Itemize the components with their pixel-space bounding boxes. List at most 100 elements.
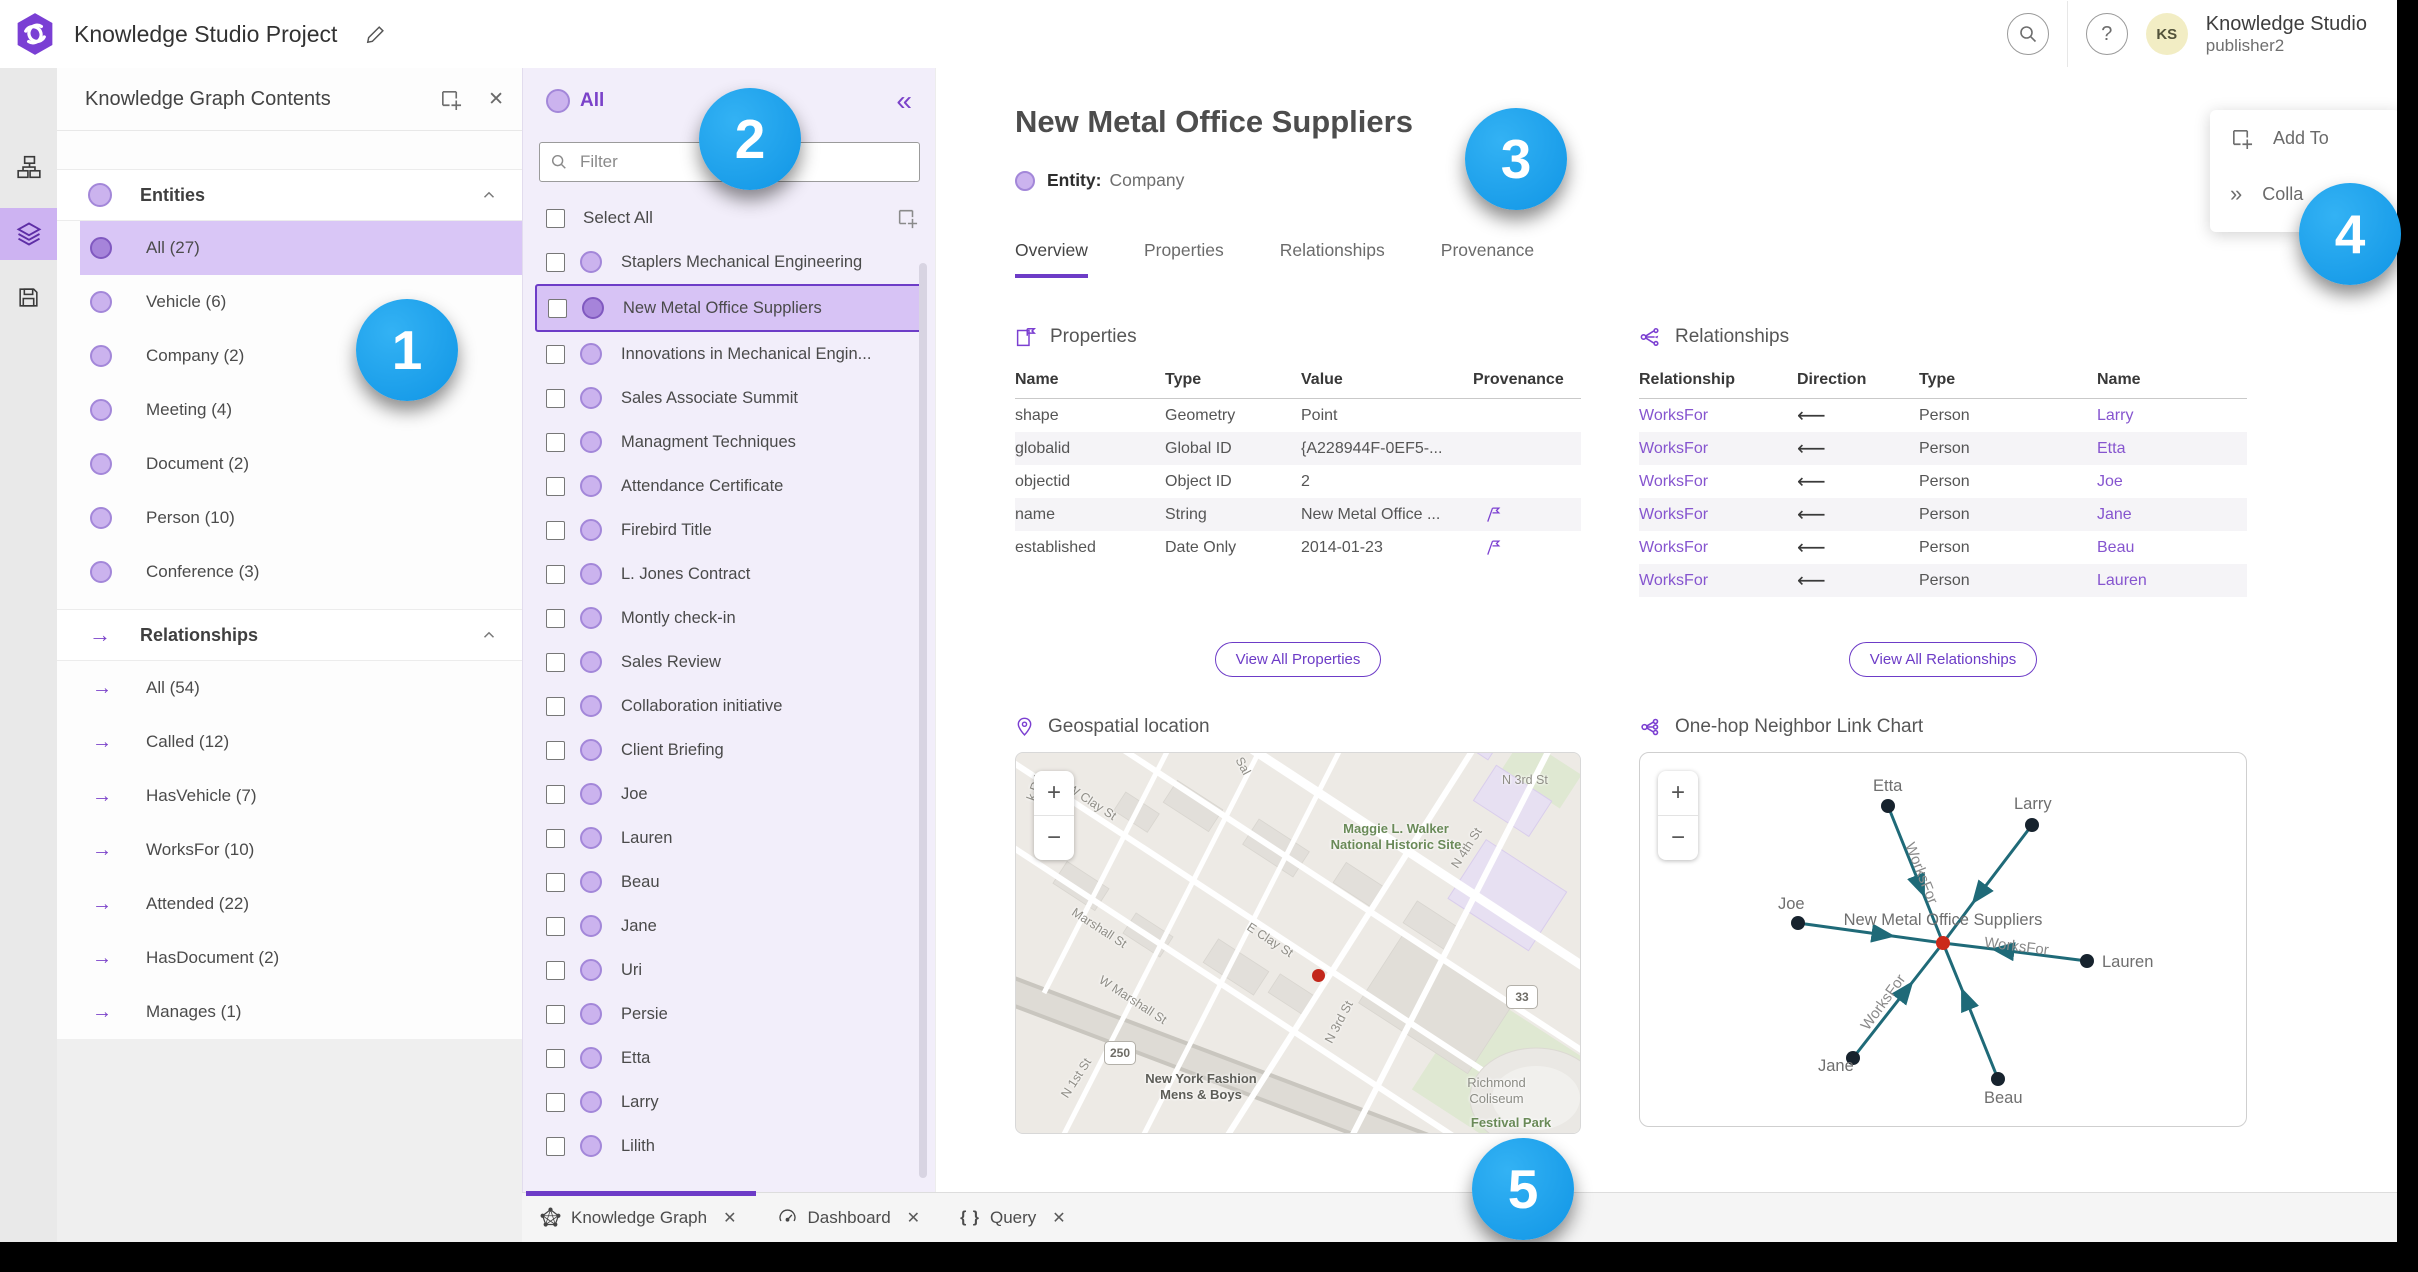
sidebar-item-rel-all[interactable]: → All (54) bbox=[80, 661, 522, 715]
item-checkbox[interactable] bbox=[546, 432, 565, 452]
list-item[interactable]: Managment Techniques bbox=[523, 420, 936, 464]
sidebar-item-entities-all[interactable]: All (27) bbox=[80, 221, 522, 275]
item-checkbox[interactable] bbox=[546, 1048, 565, 1068]
avatar[interactable]: KS bbox=[2145, 13, 2188, 55]
list-item[interactable]: Persie bbox=[523, 992, 936, 1036]
relationship-link[interactable]: WorksFor bbox=[1639, 407, 1797, 425]
list-item[interactable]: Sales Associate Summit bbox=[523, 376, 936, 420]
tab-dashboard[interactable]: Dashboard ✕ bbox=[777, 1207, 920, 1228]
sidebar-item-attended[interactable]: → Attended (22) bbox=[80, 877, 522, 931]
menu-item-add-to[interactable]: Add To bbox=[2210, 110, 2397, 166]
view-all-properties-button[interactable]: View All Properties bbox=[1214, 642, 1382, 677]
item-checkbox[interactable] bbox=[546, 740, 565, 760]
list-item[interactable]: Staplers Mechanical Engineering bbox=[523, 240, 936, 284]
item-checkbox[interactable] bbox=[546, 520, 565, 540]
item-checkbox[interactable] bbox=[546, 784, 565, 804]
layers-icon[interactable] bbox=[0, 209, 57, 259]
item-checkbox[interactable] bbox=[546, 1136, 565, 1156]
list-item[interactable]: L. Jones Contract bbox=[523, 552, 936, 596]
entity-link[interactable]: Larry bbox=[2097, 407, 2247, 425]
item-checkbox[interactable] bbox=[546, 1004, 565, 1024]
list-item[interactable]: Uri bbox=[523, 948, 936, 992]
tab-query[interactable]: { } Query ✕ bbox=[960, 1208, 1066, 1228]
close-tab-icon[interactable]: ✕ bbox=[1052, 1208, 1065, 1228]
add-to-new-icon[interactable] bbox=[439, 88, 462, 111]
entity-link[interactable]: Jane bbox=[2097, 506, 2247, 524]
sidebar-item-called[interactable]: → Called (12) bbox=[80, 715, 522, 769]
tab-knowledge-graph[interactable]: Knowledge Graph ✕ bbox=[540, 1207, 737, 1228]
tab-relationships[interactable]: Relationships bbox=[1280, 240, 1385, 278]
close-tab-icon[interactable]: ✕ bbox=[907, 1208, 920, 1228]
zoom-out-button[interactable]: − bbox=[1658, 816, 1698, 860]
entity-link[interactable]: Etta bbox=[2097, 440, 2247, 458]
item-checkbox[interactable] bbox=[548, 298, 567, 318]
tab-provenance[interactable]: Provenance bbox=[1441, 240, 1534, 278]
item-checkbox[interactable] bbox=[546, 1092, 565, 1112]
chevron-up-icon[interactable] bbox=[480, 186, 498, 204]
sidebar-item-hasvehicle[interactable]: → HasVehicle (7) bbox=[80, 769, 522, 823]
sidebar-item-vehicle[interactable]: Vehicle (6) bbox=[80, 275, 522, 329]
chevron-up-icon[interactable] bbox=[480, 626, 498, 644]
list-item[interactable]: Beau bbox=[523, 860, 936, 904]
save-icon[interactable] bbox=[0, 272, 57, 322]
map-canvas[interactable]: + − W Clay St k Rd Sal Marshall St W Mar… bbox=[1015, 752, 1581, 1134]
list-item[interactable]: Lilith bbox=[523, 1124, 936, 1168]
sidebar-item-conference[interactable]: Conference (3) bbox=[80, 545, 522, 599]
zoom-in-button[interactable]: + bbox=[1658, 771, 1698, 816]
sidebar-item-manages[interactable]: → Manages (1) bbox=[80, 985, 522, 1039]
relationship-link[interactable]: WorksFor bbox=[1639, 473, 1797, 491]
list-item-selected[interactable]: New Metal Office Suppliers bbox=[535, 284, 922, 332]
close-tab-icon[interactable]: ✕ bbox=[723, 1208, 736, 1228]
list-item[interactable]: Sales Review bbox=[523, 640, 936, 684]
schema-icon[interactable] bbox=[0, 142, 57, 192]
add-to-new-icon[interactable] bbox=[896, 207, 918, 229]
list-item[interactable]: Innovations in Mechanical Engin... bbox=[523, 332, 936, 376]
sidebar-item-meeting[interactable]: Meeting (4) bbox=[80, 383, 522, 437]
item-checkbox[interactable] bbox=[546, 696, 565, 716]
view-all-relationships-button[interactable]: View All Relationships bbox=[1848, 642, 2038, 677]
entities-section-header[interactable]: Entities bbox=[57, 169, 522, 221]
item-checkbox[interactable] bbox=[546, 476, 565, 496]
zoom-in-button[interactable]: + bbox=[1034, 771, 1074, 816]
relationship-link[interactable]: WorksFor bbox=[1639, 572, 1797, 590]
close-panel-icon[interactable]: ✕ bbox=[488, 88, 504, 111]
provenance-flag-icon[interactable] bbox=[1473, 505, 1581, 524]
account-info[interactable]: Knowledge Studio publisher2 bbox=[2206, 13, 2367, 56]
relationships-section-header[interactable]: → Relationships bbox=[57, 609, 522, 661]
item-checkbox[interactable] bbox=[546, 564, 565, 584]
list-item[interactable]: Attendance Certificate bbox=[523, 464, 936, 508]
item-checkbox[interactable] bbox=[546, 652, 565, 672]
list-item[interactable]: Firebird Title bbox=[523, 508, 936, 552]
sidebar-item-person[interactable]: Person (10) bbox=[80, 491, 522, 545]
item-checkbox[interactable] bbox=[546, 388, 565, 408]
select-all-checkbox[interactable] bbox=[546, 208, 565, 228]
item-checkbox[interactable] bbox=[546, 344, 565, 364]
edit-title-icon[interactable] bbox=[365, 23, 387, 45]
list-item[interactable]: Jane bbox=[523, 904, 936, 948]
list-item[interactable]: Montly check-in bbox=[523, 596, 936, 640]
item-checkbox[interactable] bbox=[546, 252, 565, 272]
entity-link[interactable]: Lauren bbox=[2097, 572, 2247, 590]
tab-overview[interactable]: Overview bbox=[1015, 240, 1088, 278]
item-checkbox[interactable] bbox=[546, 960, 565, 980]
relationship-link[interactable]: WorksFor bbox=[1639, 539, 1797, 557]
collapse-panel-icon[interactable]: « bbox=[896, 87, 912, 115]
help-button[interactable]: ? bbox=[2085, 13, 2128, 55]
relationship-link[interactable]: WorksFor bbox=[1639, 440, 1797, 458]
provenance-flag-icon[interactable] bbox=[1473, 538, 1581, 557]
list-item[interactable]: Joe bbox=[523, 772, 936, 816]
zoom-out-button[interactable]: − bbox=[1034, 816, 1074, 860]
list-item[interactable]: Etta bbox=[523, 1036, 936, 1080]
link-chart-canvas[interactable]: Etta Larry Joe Lauren Jane Beau New Meta… bbox=[1639, 752, 2247, 1127]
item-checkbox[interactable] bbox=[546, 916, 565, 936]
list-item[interactable]: Collaboration initiative bbox=[523, 684, 936, 728]
sidebar-item-hasdocument[interactable]: → HasDocument (2) bbox=[80, 931, 522, 985]
item-checkbox[interactable] bbox=[546, 608, 565, 628]
tab-properties[interactable]: Properties bbox=[1144, 240, 1224, 278]
entity-link[interactable]: Beau bbox=[2097, 539, 2247, 557]
item-checkbox[interactable] bbox=[546, 828, 565, 848]
item-checkbox[interactable] bbox=[546, 872, 565, 892]
list-item[interactable]: Client Briefing bbox=[523, 728, 936, 772]
search-button[interactable] bbox=[2006, 13, 2049, 55]
sidebar-item-document[interactable]: Document (2) bbox=[80, 437, 522, 491]
